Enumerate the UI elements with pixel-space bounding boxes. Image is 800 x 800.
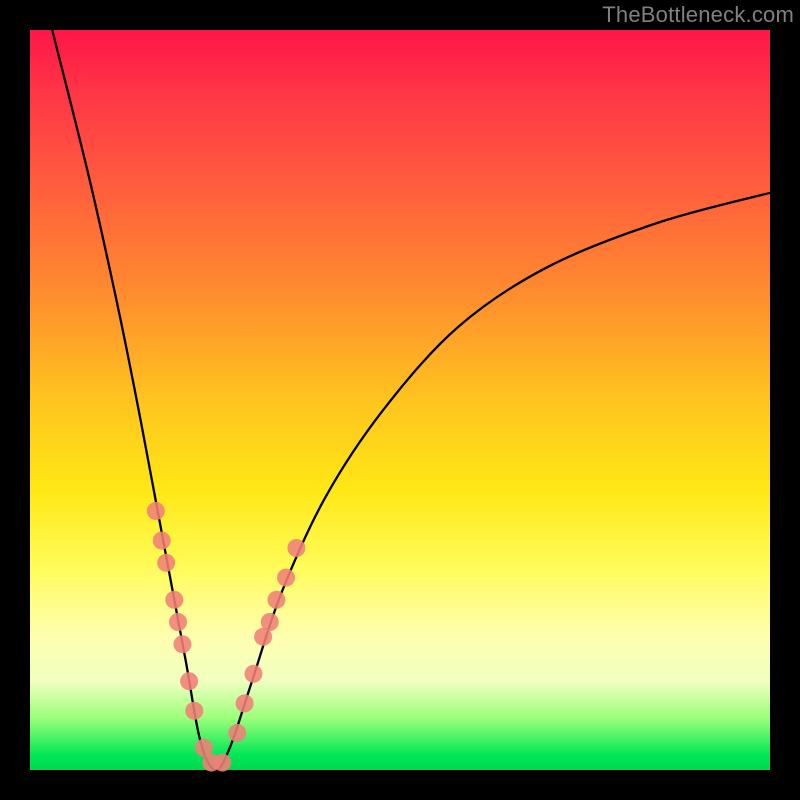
markers-left-arm — [147, 502, 232, 772]
chart-figure: TheBottleneck.com — [0, 0, 800, 800]
curve-marker — [180, 672, 198, 690]
curve-marker — [153, 532, 171, 550]
curve-marker — [261, 613, 279, 631]
curve-marker — [213, 754, 231, 772]
plot-svg — [30, 30, 770, 770]
curve-marker — [173, 635, 191, 653]
curve-marker — [147, 502, 165, 520]
bottleneck-curve — [52, 30, 770, 770]
curve-marker — [185, 702, 203, 720]
curve-marker — [277, 569, 295, 587]
plot-area — [30, 30, 770, 770]
curve-marker — [228, 724, 246, 742]
curve-marker — [157, 554, 175, 572]
curve-marker — [287, 539, 305, 557]
curve-marker — [169, 613, 187, 631]
curve-marker — [165, 591, 183, 609]
curve-marker — [236, 694, 254, 712]
curve-marker — [244, 665, 262, 683]
curve-marker — [267, 591, 285, 609]
watermark-text: TheBottleneck.com — [602, 2, 794, 28]
markers-right-arm — [228, 539, 305, 742]
